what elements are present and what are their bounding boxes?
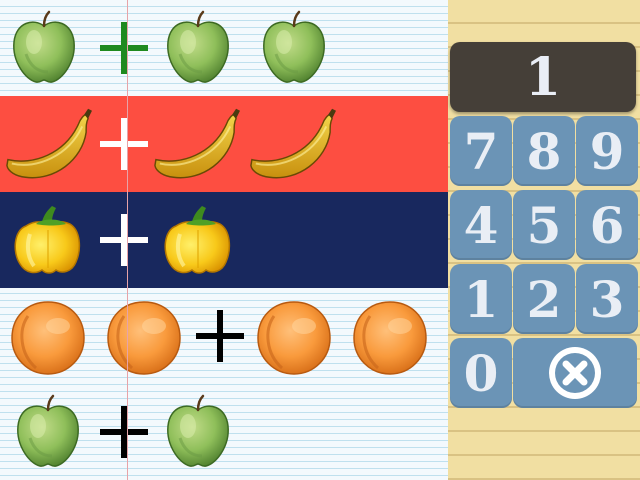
pepper-icon bbox=[158, 200, 238, 280]
apple-icon bbox=[8, 392, 88, 472]
key-5[interactable]: 5 bbox=[513, 190, 575, 260]
key-9[interactable]: 9 bbox=[576, 116, 638, 186]
equation-row-2 bbox=[0, 96, 448, 192]
game-screen: 1 7 8 9 4 5 6 1 2 3 0 bbox=[0, 0, 640, 480]
peach-icon bbox=[254, 296, 334, 376]
equation-row-4 bbox=[0, 288, 448, 384]
banana-icon bbox=[152, 104, 240, 184]
apple-icon bbox=[254, 8, 334, 88]
key-0[interactable]: 0 bbox=[450, 338, 512, 408]
plus-icon bbox=[100, 406, 148, 458]
apple-icon bbox=[4, 8, 84, 88]
key-3[interactable]: 3 bbox=[576, 264, 638, 334]
peach-icon bbox=[104, 296, 184, 376]
apple-icon bbox=[158, 392, 238, 472]
equation-row-1 bbox=[0, 0, 448, 96]
key-1[interactable]: 1 bbox=[450, 264, 512, 334]
plus-icon bbox=[100, 214, 148, 266]
notebook-margin-line bbox=[127, 0, 128, 480]
plus-icon bbox=[100, 118, 148, 170]
pepper-icon bbox=[8, 200, 88, 280]
key-6[interactable]: 6 bbox=[576, 190, 638, 260]
equation-row-3 bbox=[0, 192, 448, 288]
clear-button[interactable] bbox=[513, 338, 637, 408]
banana-icon bbox=[4, 104, 92, 184]
key-7[interactable]: 7 bbox=[450, 116, 512, 186]
peach-icon bbox=[350, 296, 430, 376]
clear-icon bbox=[549, 347, 601, 399]
equation-row-5 bbox=[0, 384, 448, 480]
apple-icon bbox=[158, 8, 238, 88]
banana-icon bbox=[248, 104, 336, 184]
key-8[interactable]: 8 bbox=[513, 116, 575, 186]
answer-display: 1 bbox=[450, 42, 636, 112]
key-4[interactable]: 4 bbox=[450, 190, 512, 260]
peach-icon bbox=[8, 296, 88, 376]
plus-icon bbox=[100, 22, 148, 74]
key-2[interactable]: 2 bbox=[513, 264, 575, 334]
plus-icon bbox=[196, 310, 244, 362]
